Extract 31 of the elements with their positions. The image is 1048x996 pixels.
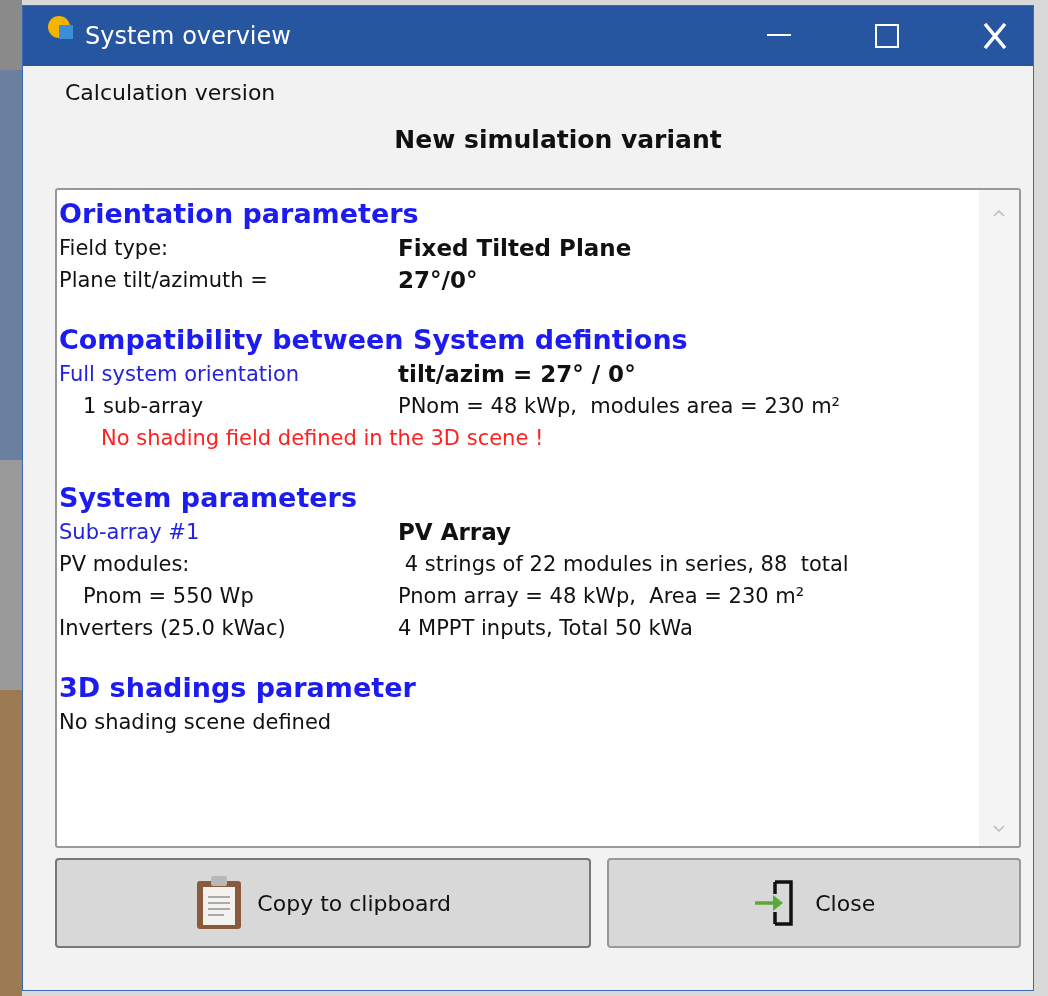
- copy-button[interactable]: Copy to clipboard: [55, 858, 592, 948]
- section-title: System parameters: [59, 481, 357, 515]
- window-title: System overview: [85, 22, 291, 50]
- field-label: Sub-array #1: [59, 519, 201, 546]
- field-label: 1 sub-array: [82, 393, 205, 420]
- maximize-icon[interactable]: [875, 24, 899, 48]
- field-label: Pnom = 550 Wp: [82, 583, 255, 610]
- field-value: tilt/azim = 27° / 0°: [398, 360, 636, 389]
- field-value: 27°/0°: [398, 266, 478, 295]
- field-value: 4 strings of 22 modules in series, 88 total: [403, 551, 849, 578]
- warning-text: No shading field defined in the 3D scene !: [100, 425, 544, 452]
- section-title: 3D shadings parameter: [59, 671, 416, 705]
- report-heading: New simulation variant: [394, 125, 722, 154]
- close-button[interactable]: Close: [607, 858, 1021, 948]
- section-title: Orientation parameters: [59, 197, 419, 231]
- note-text: No shading scene defined: [59, 709, 332, 736]
- menu-item[interactable]: Calculation version: [65, 80, 276, 105]
- field-label: Full system orientation: [59, 361, 301, 388]
- field-label: PV modules:: [59, 551, 191, 578]
- field-value: PNom = 48 kWp, modules area = 230 m²: [398, 393, 841, 420]
- field-label: Field type:: [59, 235, 170, 262]
- minimize-icon[interactable]: [767, 34, 791, 38]
- field-label: Inverters (25.0 kWac): [59, 615, 287, 642]
- clipboard-icon: [195, 875, 244, 931]
- field-value: PV Array: [398, 518, 511, 547]
- field-label: Plane tilt/azimuth =: [59, 267, 269, 294]
- section-title: Compatibility between System defintions: [59, 323, 688, 357]
- field-value: Pnom array = 48 kWp, Area = 230 m²: [398, 583, 805, 610]
- field-value: Fixed Tilted Plane: [398, 234, 632, 263]
- field-value: 4 MPPT inputs, Total 50 kWa: [398, 615, 693, 642]
- close-icon[interactable]: [983, 23, 1007, 49]
